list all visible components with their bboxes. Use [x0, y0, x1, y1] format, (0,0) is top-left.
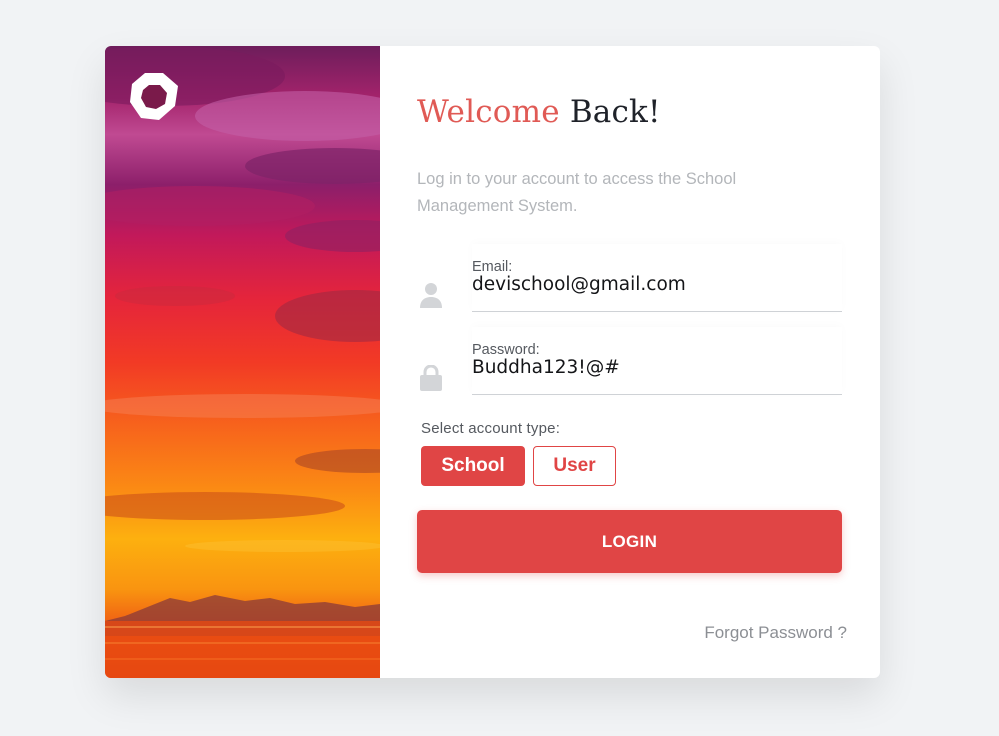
password-input[interactable] — [472, 357, 837, 378]
account-type-label: Select account type: — [421, 420, 561, 437]
password-label: Password: — [472, 342, 540, 358]
lock-icon — [419, 364, 443, 391]
login-form: Welcome Back! Log in to your account to … — [417, 46, 847, 678]
email-input[interactable] — [472, 274, 837, 295]
password-input-box: Password: — [472, 327, 842, 395]
email-input-box: Email: — [472, 244, 842, 312]
user-account-button[interactable]: User — [533, 446, 616, 486]
page-title: Welcome Back! — [417, 94, 661, 130]
sunset-clouds-illustration — [105, 46, 380, 678]
email-field-group: Email: — [417, 244, 842, 312]
password-field-group: Password: — [417, 327, 842, 395]
email-label: Email: — [472, 259, 513, 275]
sunset-hero-image — [105, 46, 380, 678]
login-button[interactable]: LOGIN — [417, 510, 842, 573]
title-rest: Back! — [569, 94, 661, 130]
user-icon — [419, 282, 443, 308]
school-account-button[interactable]: School — [421, 446, 525, 486]
title-accent: Welcome — [417, 94, 560, 130]
login-card: Welcome Back! Log in to your account to … — [105, 46, 880, 678]
forgot-password-link[interactable]: Forgot Password ? — [704, 623, 847, 643]
hexagon-ring-logo-icon — [129, 72, 179, 122]
subtitle: Log in to your account to access the Sch… — [417, 170, 737, 215]
